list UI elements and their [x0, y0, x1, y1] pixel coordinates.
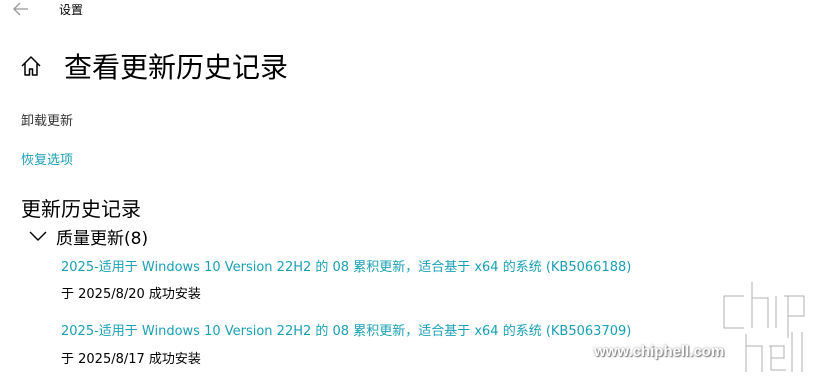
update-item-link[interactable]: 2025-适用于 Windows 10 Version 22H2 的 08 累积… [61, 320, 631, 339]
window-title: 设置 [59, 3, 84, 17]
chiphell-logo-icon [721, 279, 807, 375]
update-item-status: 于 2025/8/17 成功安装 [61, 352, 201, 367]
update-item-status: 于 2025/8/20 成功安装 [61, 287, 201, 302]
watermark-text: www.chiphell.com [594, 343, 725, 360]
update-history-heading: 更新历史记录 [21, 197, 141, 221]
chiphell-watermark: www.chiphell.com [594, 276, 812, 376]
recovery-options-link[interactable]: 恢复选项 [21, 149, 73, 168]
chevron-down-icon [29, 231, 47, 241]
page-title: 查看更新历史记录 [64, 51, 289, 84]
arrow-left-icon[interactable] [11, 0, 31, 18]
group-title: 质量更新(8) [56, 228, 149, 249]
uninstall-updates-link[interactable]: 卸载更新 [21, 110, 73, 129]
update-item-link[interactable]: 2025-适用于 Windows 10 Version 22H2 的 08 累积… [61, 256, 631, 275]
home-icon[interactable] [20, 54, 42, 78]
settings-window: 设置 查看更新历史记录 卸载更新 恢复选项 更新历史记录 质量更新(8) 202… [0, 0, 821, 389]
quality-updates-group-toggle[interactable]: 质量更新(8) [28, 224, 149, 249]
